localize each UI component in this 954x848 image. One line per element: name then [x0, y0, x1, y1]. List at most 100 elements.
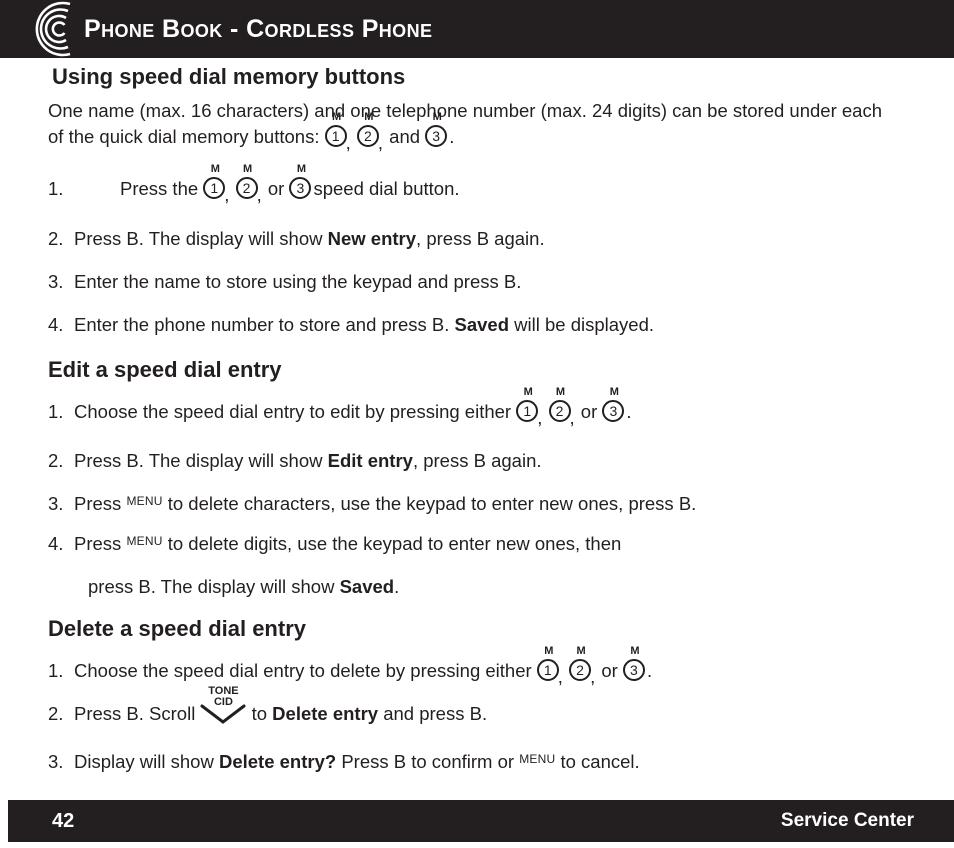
list-number: 3.	[48, 271, 64, 292]
list-item: 1. Press the M 1 , M 2 , or M 3 speed dia…	[48, 164, 460, 207]
list-text-after: .	[646, 660, 653, 681]
list-text-before: Press	[74, 493, 122, 514]
list-text-or: or	[601, 660, 618, 681]
m-digit: 1	[536, 659, 559, 681]
memory-button-1-icon: M 1	[536, 646, 561, 683]
section-heading-edit-speed-dial: Edit a speed dial entry	[48, 357, 282, 382]
m-label: M	[523, 386, 533, 398]
m-label: M	[576, 645, 586, 657]
list-item: 2. Press B. The display will show Edit en…	[48, 448, 542, 474]
memory-button-2-icon: M 2	[356, 112, 381, 149]
list-text-after: and press B.	[383, 703, 488, 724]
m-label: M	[332, 111, 342, 123]
list-item: 3. Display will show Delete entry? Press …	[48, 746, 640, 775]
list-text-before: Choose the speed dial entry to delete by…	[74, 660, 532, 681]
m-label: M	[210, 163, 220, 175]
m-label: M	[609, 386, 619, 398]
memory-button-3-icon: M 3	[289, 164, 313, 201]
list-text-before: Press B. The display will show	[74, 450, 323, 471]
intro-paragraph: One name (max. 16 characters) and one te…	[48, 98, 898, 155]
m-digit: 2	[235, 177, 258, 199]
list-text-bold: Delete entry?	[218, 751, 337, 772]
list-item: 2. Press B. The display will show New ent…	[48, 226, 545, 252]
list-number: 1.	[48, 401, 64, 422]
memory-button-1-icon: M 1	[203, 164, 227, 201]
list-item: 4. Enter the phone number to store and pr…	[48, 312, 654, 338]
m-label: M	[630, 645, 640, 657]
list-number: 4.	[48, 314, 64, 335]
list-item: 1. Choose the speed dial entry to edit by…	[48, 387, 632, 430]
list-text-middle: Press B to confirm or	[341, 751, 515, 772]
list-text-bold: Saved	[339, 576, 395, 597]
memory-button-3-icon: M 3	[425, 112, 449, 149]
list-number: 2.	[48, 228, 64, 249]
list-text-after: will be displayed.	[514, 314, 655, 335]
list-text-after: to cancel.	[560, 751, 640, 772]
list-item: 3. Enter the name to store using the keyp…	[48, 269, 521, 295]
list-number: 4.	[48, 533, 64, 554]
m-digit: 3	[602, 400, 625, 422]
m-label: M	[296, 163, 307, 175]
memory-button-3-icon: M 3	[622, 646, 647, 683]
list-item: 2. Press B. Scroll TONE CID to Delete ent…	[48, 686, 488, 727]
list-text-before: Press	[74, 533, 122, 554]
m-label: M	[555, 386, 566, 398]
intro-text: One name (max. 16 characters) and one te…	[48, 100, 882, 147]
memory-button-2-icon: M 2	[548, 387, 573, 424]
list-text-after: , press B again.	[412, 450, 542, 471]
list-number: 3.	[48, 751, 64, 772]
m-digit: 3	[425, 125, 448, 147]
list-number: 1.	[48, 178, 64, 199]
list-text-after: to delete digits, use the keypad to ente…	[167, 533, 622, 554]
list-text-before: Enter the phone number to store and pres…	[74, 314, 450, 335]
page-title: Phone Book - Cordless Phone	[84, 15, 433, 43]
list-number: 2.	[48, 703, 64, 724]
list-text-bold: Saved	[454, 314, 510, 335]
memory-button-2-icon: M 2	[235, 164, 260, 201]
page-header-bar: Phone Book - Cordless Phone	[0, 0, 954, 58]
m-digit: 2	[356, 125, 379, 147]
memory-button-2-icon: M 2	[569, 646, 593, 683]
list-text-after: .	[394, 576, 400, 597]
intro-and: and	[389, 126, 421, 147]
m-digit: 1	[324, 125, 347, 147]
intro-period: .	[449, 126, 455, 147]
m-label: M	[242, 163, 253, 175]
list-text-bold: New entry	[327, 228, 417, 249]
list-item: 4. Press MENU to delete digits, use the k…	[48, 528, 621, 557]
m-label: M	[544, 645, 554, 657]
list-text-before: Press B. Scroll	[74, 703, 196, 724]
list-number: 2.	[48, 450, 64, 471]
list-text-or: or	[267, 178, 285, 199]
list-item-continuation: press B. The display will show Saved.	[88, 574, 399, 600]
section-heading-delete-speed-dial: Delete a speed dial entry	[48, 616, 306, 641]
list-text-middle: to	[251, 703, 268, 724]
menu-key-icon: MENU	[126, 494, 163, 508]
list-text-before: Display will show	[74, 751, 214, 772]
list-text-after: , press B again.	[416, 228, 545, 249]
m-digit: 1	[516, 400, 539, 422]
list-number: 3.	[48, 493, 64, 514]
page-footer-bar: 42 Service Center	[8, 800, 954, 842]
menu-key-icon: MENU	[126, 534, 163, 548]
m-label: M	[364, 111, 374, 123]
page-number: 42	[52, 810, 75, 832]
list-text-after: to delete characters, use the keypad to …	[167, 493, 697, 514]
list-text-bold: Edit entry	[327, 450, 413, 471]
list-item: 1. Choose the speed dial entry to delete …	[48, 646, 653, 689]
tone-cid-scroll-down-icon: TONE CID	[200, 686, 246, 724]
memory-button-1-icon: M 1	[516, 387, 540, 424]
m-digit: 3	[289, 177, 312, 199]
memory-button-1-icon: M 1	[324, 112, 349, 149]
list-text-before: press B. The display will show	[88, 576, 335, 597]
m-digit: 2	[548, 400, 571, 422]
list-text-or: or	[580, 401, 598, 422]
memory-button-3-icon: M 3	[602, 387, 626, 424]
concentric-circles-logo-icon	[30, 0, 92, 58]
list-item: 3. Press MENU to delete characters, use t…	[48, 488, 696, 517]
list-number: 1.	[48, 660, 64, 681]
list-text-bold: Delete entry	[272, 703, 379, 724]
list-text-after: speed dial button.	[313, 178, 460, 199]
m-digit: 2	[569, 659, 592, 681]
list-text-before: Press B. The display will show	[74, 228, 323, 249]
